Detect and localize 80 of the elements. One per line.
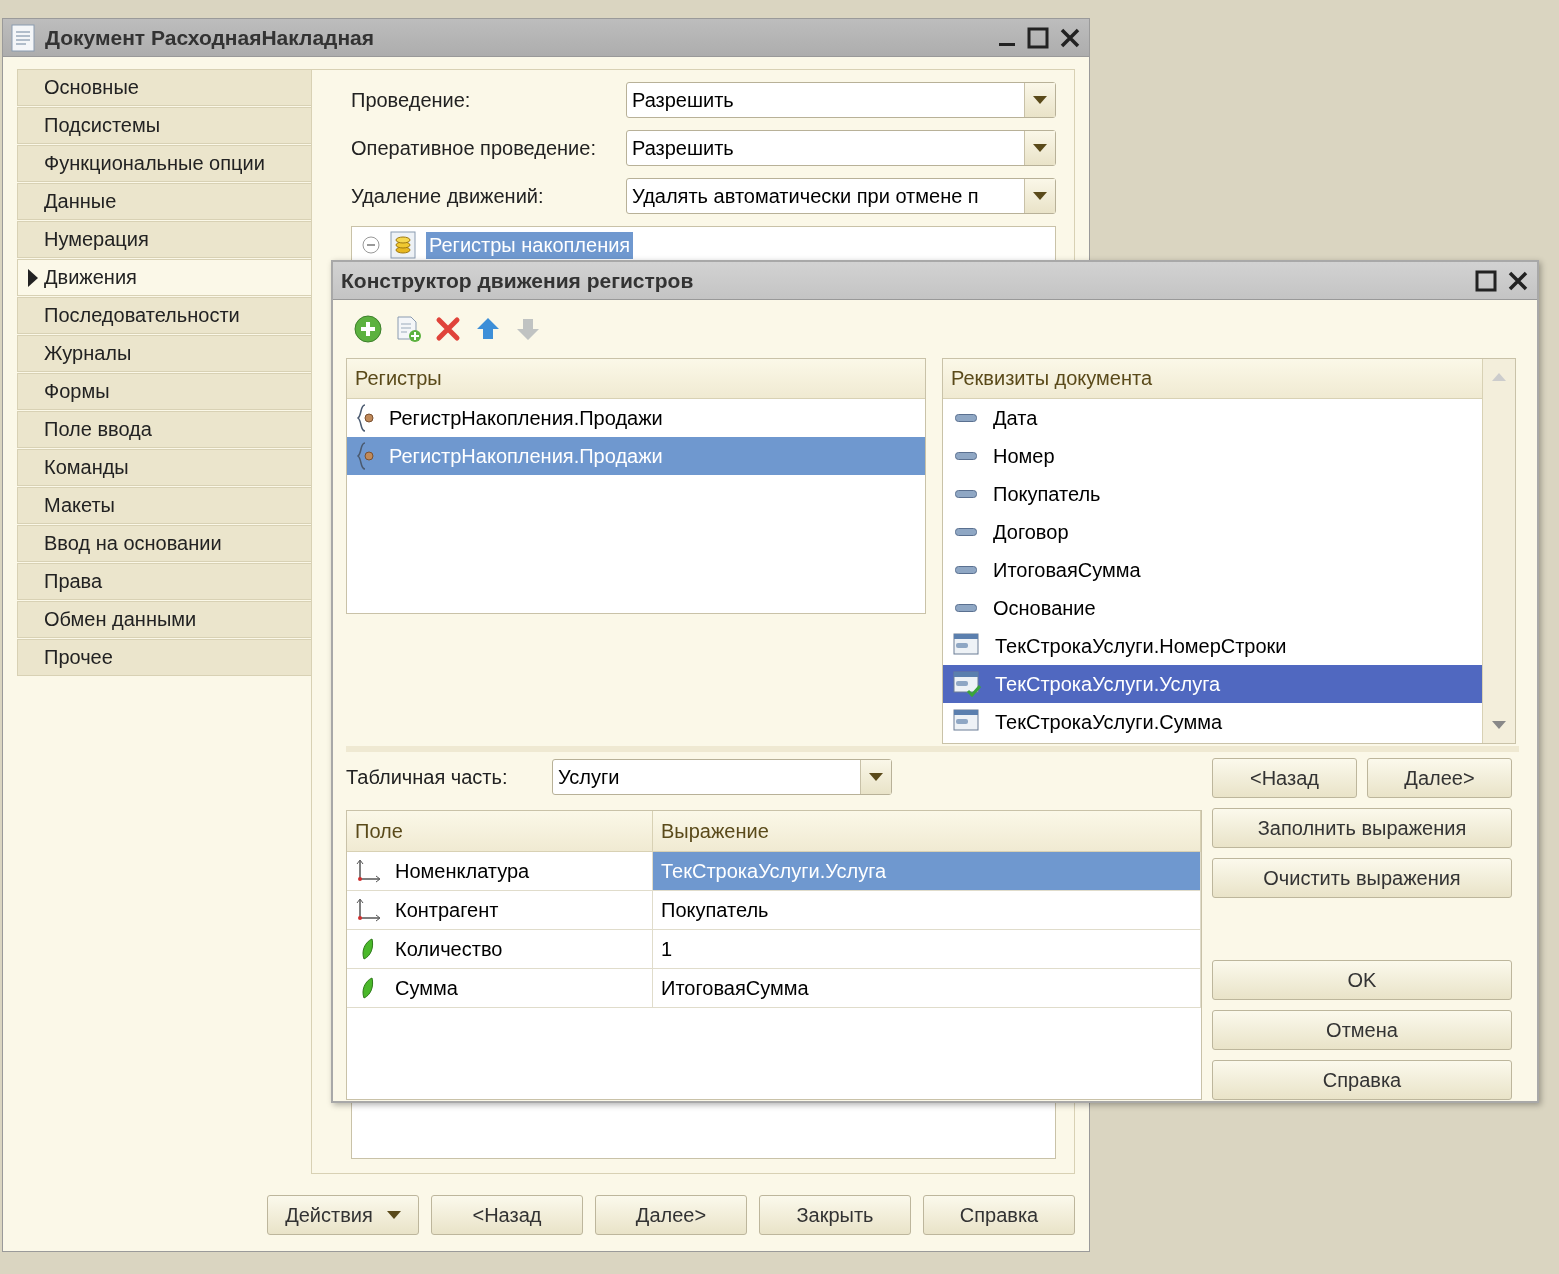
button[interactable]: Отмена [1212, 1010, 1512, 1050]
button[interactable]: OK [1212, 960, 1512, 1000]
dropdown-arrow-icon [1033, 144, 1047, 152]
menu-button[interactable]: Действия [267, 1195, 419, 1235]
maximize-icon[interactable] [1475, 269, 1497, 292]
button[interactable]: Заполнить выражения [1212, 808, 1512, 848]
button[interactable]: Далее> [595, 1195, 747, 1235]
tab[interactable]: Движения [17, 259, 311, 296]
dropdown-field[interactable]: Удалять автоматически при отмене п [626, 178, 1056, 214]
axes-icon [355, 898, 381, 922]
list-item[interactable]: Покупатель [943, 475, 1482, 513]
list-item[interactable]: Номер [943, 437, 1482, 475]
tab[interactable]: Прочее [17, 639, 311, 676]
tab[interactable]: Формы [17, 373, 311, 410]
field-label: Проведение: [351, 88, 472, 112]
maximize-icon[interactable] [1027, 26, 1049, 49]
tab[interactable]: Последовательности [17, 297, 311, 334]
table-cell: Количество [347, 930, 653, 968]
list-header: Регистры [347, 359, 925, 399]
tab[interactable]: Команды [17, 449, 311, 486]
add-document-icon[interactable] [394, 315, 422, 343]
list-item[interactable]: Дата [943, 399, 1482, 437]
tab[interactable]: Права [17, 563, 311, 600]
tab[interactable]: Нумерация [17, 221, 311, 258]
dropdown-field[interactable]: Услуги [552, 759, 892, 795]
coins-icon [390, 231, 416, 259]
pointer-icon [28, 268, 38, 287]
list-item[interactable]: РегистрНакопления.Продажи [347, 399, 925, 437]
button[interactable]: Справка [923, 1195, 1075, 1235]
collapse-icon[interactable] [362, 236, 380, 254]
tab[interactable]: Обмен данными [17, 601, 311, 638]
delete-icon[interactable] [434, 315, 462, 343]
list-header: Реквизиты документа [943, 359, 1482, 399]
list-item[interactable]: ТекСтрокаУслуги.НомерСтроки [943, 627, 1482, 665]
dropdown-arrow-icon [1033, 192, 1047, 200]
table-cell[interactable]: 1 [653, 930, 1201, 968]
button[interactable]: Закрыть [759, 1195, 911, 1235]
table-cell[interactable]: ИтоговаяСумма [653, 969, 1201, 1007]
button[interactable]: Далее> [1367, 758, 1512, 798]
list-item[interactable]: ИтоговаяСумма [943, 551, 1482, 589]
list-item[interactable]: ТекСтрокаУслуги.Сумма [943, 703, 1482, 741]
dropdown-field[interactable]: Разрешить [626, 82, 1056, 118]
field-label: Удаление движений: [351, 184, 545, 208]
dropdown-field[interactable]: Разрешить [626, 130, 1056, 166]
dialog-title: Конструктор движения регистров [341, 268, 695, 293]
list-item[interactable]: ТекСтрокаУслуги.Услуга [943, 665, 1482, 703]
tab[interactable]: Подсистемы [17, 107, 311, 144]
column-header[interactable]: Выражение [653, 811, 1201, 851]
register-icon [357, 403, 375, 433]
list-item[interactable]: Договор [943, 513, 1482, 551]
scrollbar[interactable] [1482, 359, 1515, 743]
tab[interactable]: Основные [17, 69, 311, 106]
scroll-down-icon[interactable] [1492, 721, 1506, 731]
table-cell: Контрагент [347, 891, 653, 929]
button[interactable]: Справка [1212, 1060, 1512, 1100]
tab[interactable]: Данные [17, 183, 311, 220]
add-icon[interactable] [354, 315, 382, 343]
table-cell[interactable]: Покупатель [653, 891, 1201, 929]
window-title: Документ РасходнаяНакладная [45, 25, 376, 50]
close-icon[interactable] [1507, 269, 1529, 292]
tab[interactable]: Поле ввода [17, 411, 311, 448]
tab[interactable]: Журналы [17, 335, 311, 372]
table-cell: Сумма [347, 969, 653, 1007]
column-header[interactable]: Поле [347, 811, 653, 851]
tab[interactable]: Макеты [17, 487, 311, 524]
document-icon [11, 23, 35, 52]
tab[interactable]: Функциональные опции [17, 145, 311, 182]
caret-icon [386, 1211, 401, 1219]
register-icon [357, 441, 375, 471]
button[interactable]: <Назад [431, 1195, 583, 1235]
close-icon[interactable] [1059, 26, 1081, 49]
button[interactable]: Очистить выражения [1212, 858, 1512, 898]
axes-icon [355, 859, 381, 883]
field-label: Оперативное проведение: [351, 136, 597, 160]
button[interactable]: <Назад [1212, 758, 1357, 798]
list-item[interactable]: Основание [943, 589, 1482, 627]
field-label: Табличная часть: [346, 765, 509, 789]
tab[interactable]: Ввод на основании [17, 525, 311, 562]
dropdown-arrow-icon [869, 773, 883, 781]
dropdown-arrow-icon [1033, 96, 1047, 104]
